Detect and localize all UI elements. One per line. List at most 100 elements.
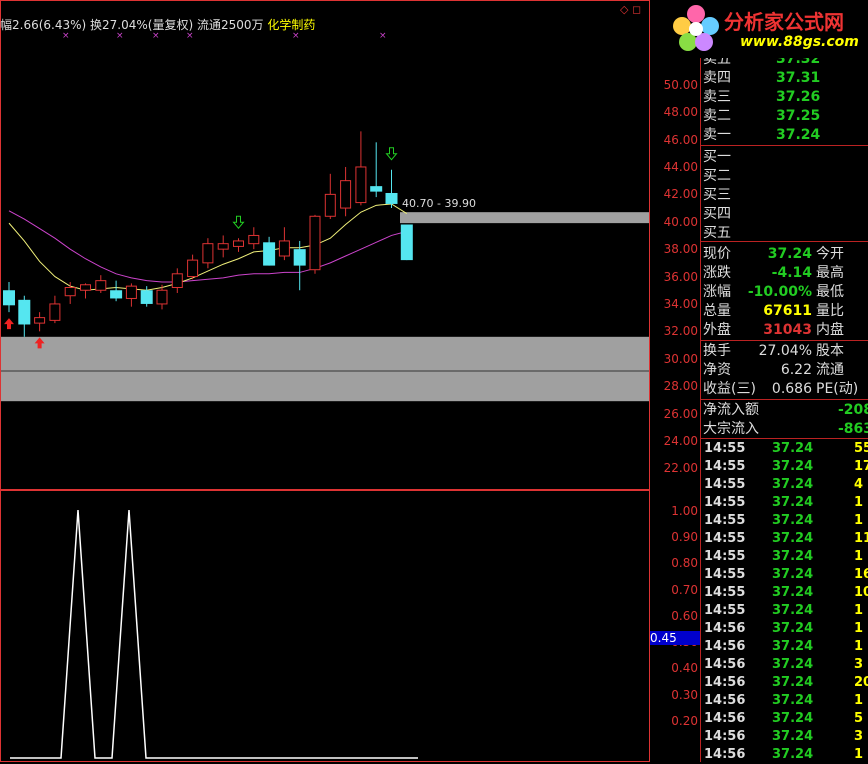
stat-label: 现价: [703, 246, 731, 262]
support-band: [0, 336, 650, 402]
indicator-axis: 1.000.900.800.700.600.500.400.300.20: [650, 490, 700, 762]
candle-body: [64, 287, 76, 297]
trade-volume: 17: [854, 459, 868, 474]
buy-arrow-icon: [4, 318, 14, 330]
candle-body: [95, 280, 107, 291]
ask-price: 37.24: [776, 127, 821, 143]
trade-price: 37.24: [772, 513, 814, 528]
indicator-tick-label: 0.90: [671, 529, 698, 544]
trade-time: 14:55: [704, 495, 746, 510]
stat-label-2: 最高: [816, 265, 844, 281]
bid-row: 买三: [702, 186, 868, 204]
price-tick-label: 40.00: [663, 214, 698, 229]
stock-info-text: 幅2.66(6.43%) 换27.04%(量复权) 流通2500万: [0, 18, 264, 32]
trade-price: 37.24: [772, 747, 814, 762]
divider: [700, 145, 868, 146]
trade-price: 37.24: [772, 567, 814, 582]
stat-label-2: 流通: [816, 362, 844, 378]
trade-time: 14:55: [704, 603, 746, 618]
trade-price: 37.24: [772, 531, 814, 546]
stat-row: 总量 67611 量比: [702, 302, 868, 320]
trade-price: 37.24: [772, 729, 814, 744]
indicator-tick-label: 0.80: [671, 556, 698, 571]
ask-label: 卖三: [703, 89, 731, 105]
stat-value: -10.00%: [747, 284, 812, 300]
price-tick-label: 44.00: [663, 159, 698, 174]
candle: [80, 283, 91, 299]
trade-time: 14:56: [704, 657, 746, 672]
trade-volume: 1: [854, 747, 864, 762]
trade-volume: 11: [854, 531, 868, 546]
bid-label: 买二: [703, 168, 731, 184]
ask-row: 卖二 37.25: [702, 107, 868, 125]
event-marker: ×: [379, 31, 387, 41]
stat-value: -4.14: [771, 265, 812, 281]
trade-price: 37.24: [772, 675, 814, 690]
trade-row: 14:56 37.24 3: [702, 656, 868, 674]
logo-url: www.88gs.com: [740, 34, 859, 50]
candle-body: [324, 193, 336, 217]
stat-value: 27.04%: [758, 343, 812, 359]
candle: [248, 227, 260, 250]
divider: [700, 340, 868, 341]
trade-row: 14:56 37.24 1: [702, 620, 868, 638]
window-controls[interactable]: ◇ ◻: [620, 3, 641, 16]
bid-row: 买五: [702, 224, 868, 242]
indicator-tick-label: 0.20: [671, 714, 698, 729]
trade-row: 14:55 37.24 4: [702, 476, 868, 494]
candle-body: [125, 285, 137, 299]
candle: [171, 268, 183, 293]
trade-row: 14:55 37.24 17: [702, 458, 868, 476]
candle-body: [3, 290, 15, 306]
sector-label: 化学制药: [267, 18, 316, 32]
trade-row: 14:56 37.24 1: [702, 692, 868, 710]
trade-volume: 3: [854, 729, 864, 744]
indicator-tick-label: 1.00: [671, 503, 698, 518]
indicator-tick-label: 0.60: [671, 608, 698, 623]
candle-body: [18, 299, 31, 325]
trade-volume: 3: [854, 657, 864, 672]
candle: [233, 238, 244, 252]
ask-label: 卖二: [703, 108, 731, 124]
trade-time: 14:55: [704, 549, 746, 564]
trade-time: 14:56: [704, 693, 746, 708]
trade-price: 37.24: [772, 657, 814, 672]
band-annotation: 40.70 - 39.90: [402, 197, 476, 210]
trade-row: 14:55 37.24 11: [702, 530, 868, 548]
logo-title: 分析家公式网: [724, 10, 844, 34]
ask-row: 卖三 37.26: [702, 88, 868, 106]
flow-label: 大宗流入: [703, 421, 759, 437]
candle-body: [263, 242, 276, 266]
bid-label: 买一: [703, 149, 731, 165]
quote-panel: 卖五 37.32 卖四 37.31 卖三 37.26 卖二 37.25 卖一 37.24 买一 买二买…: [700, 0, 868, 762]
candle-body: [293, 249, 306, 266]
candle: [217, 235, 229, 258]
price-tick-label: 32.00: [663, 324, 698, 339]
trade-row: 14:55 37.24 1: [702, 548, 868, 566]
flower-logo-icon: [673, 5, 719, 51]
stat-label: 净资: [703, 362, 731, 378]
candle-body: [278, 240, 290, 257]
candle: [370, 142, 383, 198]
trade-row: 14:55 37.24 1: [702, 602, 868, 620]
stat-row: 现价 37.24 今开: [702, 245, 868, 263]
candle: [355, 131, 367, 206]
indicator-chart[interactable]: [0, 490, 650, 762]
candle-body: [171, 273, 183, 289]
stat-value: 0.686: [771, 381, 812, 397]
stat-value: 67611: [763, 303, 812, 319]
stat-row: 净资 6.22 流通: [702, 361, 868, 379]
candle-body: [140, 290, 153, 304]
stat-value: 37.24: [767, 246, 812, 262]
trade-volume: 1: [854, 693, 864, 708]
trade-time: 14:56: [704, 747, 746, 762]
candle-body: [49, 303, 61, 321]
stat-row: 换手 27.04% 股本: [702, 342, 868, 360]
indicator-tick-label: 0.40: [671, 661, 698, 676]
divider: [700, 241, 868, 242]
candlestick-chart[interactable]: 40.70 - 39.90× × × × × ×: [0, 0, 650, 490]
candle: [49, 295, 61, 324]
price-tick-label: 30.00: [663, 351, 698, 366]
stat-row: 涨跌 -4.14 最高: [702, 264, 868, 282]
trade-volume: 55: [854, 441, 868, 456]
